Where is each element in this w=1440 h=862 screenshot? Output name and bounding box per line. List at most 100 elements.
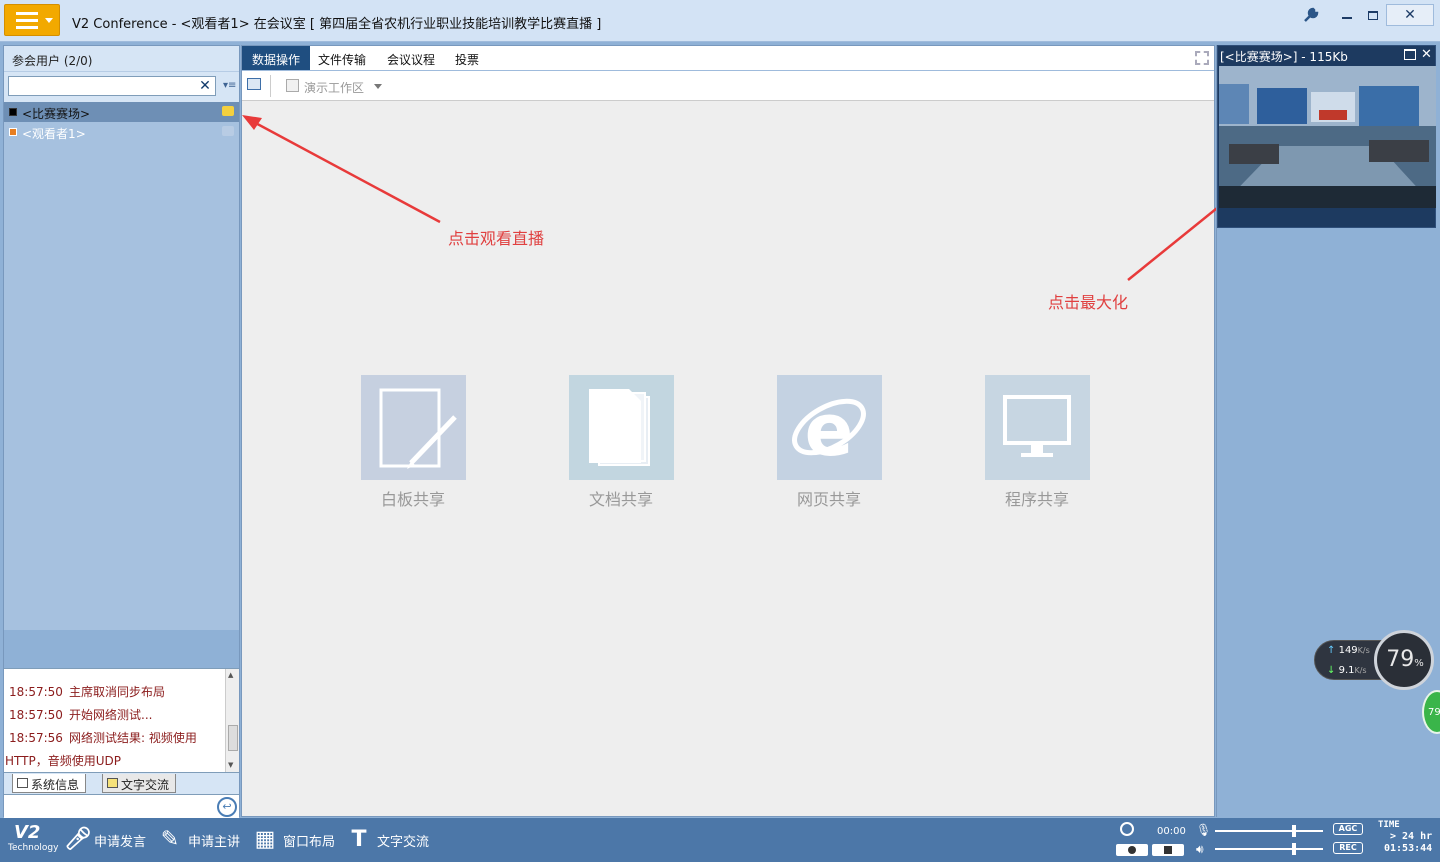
mic-volume-slider[interactable] bbox=[1215, 825, 1323, 837]
computer-icon bbox=[17, 778, 28, 788]
speaker-icon: 🔊︎ bbox=[1196, 842, 1204, 856]
document-share-button[interactable] bbox=[569, 375, 674, 480]
tab-text-chat[interactable]: 文字交流 bbox=[102, 774, 177, 793]
v2-logo: V2 Technology bbox=[8, 822, 58, 853]
close-video-icon[interactable]: ✕ bbox=[1421, 47, 1432, 62]
record-icon bbox=[1128, 846, 1136, 854]
window-layout-button[interactable]: ▦ 窗口布局 bbox=[253, 827, 335, 853]
request-speak-label: 申请发言 bbox=[94, 834, 147, 850]
request-speak-button[interactable]: 🎤︎ 申请发言 bbox=[64, 827, 146, 853]
scroll-down-icon[interactable]: ▼ bbox=[228, 761, 233, 769]
video-panel: [<比赛赛场>] - 115Kb ✕ bbox=[1216, 45, 1437, 817]
stop-button[interactable] bbox=[1152, 844, 1184, 856]
tab-file-transfer[interactable]: 文件传输 bbox=[308, 46, 376, 70]
participant-list: <比赛赛场> <观看者1> bbox=[4, 102, 239, 630]
whiteboard-share-label: 白板共享 bbox=[380, 490, 445, 509]
close-window-button[interactable]: ✕ bbox=[1386, 4, 1434, 26]
clock-icon bbox=[1120, 822, 1134, 836]
workspace-dropdown[interactable]: 演示工作区 bbox=[286, 79, 364, 96]
stop-icon bbox=[1164, 846, 1172, 854]
log-line-clipped bbox=[4, 669, 239, 675]
v2-logo-icon: V2 bbox=[14, 822, 41, 843]
text-chat-label: 文字交流 bbox=[377, 834, 430, 850]
document-share-label: 文档共享 bbox=[588, 490, 653, 509]
annotation-maximize: 点击最大化 bbox=[1048, 293, 1129, 312]
program-share-button[interactable] bbox=[985, 375, 1090, 480]
tab-label: 文字交流 bbox=[121, 778, 170, 792]
workspace-label: 演示工作区 bbox=[304, 81, 365, 95]
send-icon[interactable]: ↩ bbox=[217, 797, 237, 817]
log-line: 18:57:56 网络测试结果: 视频使用 bbox=[9, 731, 197, 745]
tab-label: 系统信息 bbox=[31, 778, 80, 792]
bottom-toolbar: V2 Technology 🎤︎ 申请发言 ✎ 申请主讲 ▦ 窗口布局 T 文字… bbox=[0, 818, 1440, 862]
layout-icon: ▦ bbox=[254, 827, 276, 852]
window-layout-label: 窗口布局 bbox=[283, 834, 336, 850]
whiteboard-share-button[interactable] bbox=[361, 375, 466, 480]
text-chat-button[interactable]: T 文字交流 bbox=[347, 827, 429, 853]
slider-knob[interactable] bbox=[1292, 843, 1296, 855]
camera-icon[interactable] bbox=[222, 106, 234, 116]
microphone-level-icon: 🎙︎ bbox=[1196, 823, 1212, 837]
tab-data-operation[interactable]: 数据操作 bbox=[242, 46, 311, 70]
hamburger-icon bbox=[16, 12, 38, 30]
monitor-icon bbox=[1003, 395, 1071, 457]
scroll-thumb[interactable] bbox=[228, 725, 238, 751]
toolbar-divider bbox=[270, 75, 271, 97]
microphone-icon: 🎤︎ bbox=[64, 827, 92, 852]
chevron-down-icon[interactable] bbox=[374, 84, 382, 89]
window-title: V2 Conference - <观看者1> 在会议室 [ 第四届全省农机行业职… bbox=[72, 17, 602, 32]
data-operation-panel: 数据操作 文件传输 会议议程 投票 演示工作区 白板共享 文档共享 e 网页共享… bbox=[241, 45, 1215, 817]
restore-icon[interactable] bbox=[1360, 4, 1386, 26]
web-share-label: 网页共享 bbox=[796, 490, 861, 509]
whiteboard-icon bbox=[379, 388, 457, 469]
message-input-row[interactable]: ↩ bbox=[4, 794, 239, 818]
participant-status-square bbox=[9, 128, 17, 136]
log-line: 18:57:50 主席取消同步布局 bbox=[9, 685, 166, 699]
request-present-label: 申请主讲 bbox=[188, 834, 241, 850]
settings-wrench-icon[interactable] bbox=[1298, 4, 1324, 26]
program-share-label: 程序共享 bbox=[1004, 490, 1069, 509]
gauge-value: 79% bbox=[1386, 647, 1424, 672]
fullscreen-icon[interactable] bbox=[1195, 51, 1209, 65]
clear-search-icon[interactable]: ✕ bbox=[197, 77, 213, 95]
record-button[interactable] bbox=[1116, 844, 1148, 856]
tab-vote[interactable]: 投票 bbox=[445, 46, 489, 70]
network-quality-gauge: 79% bbox=[1374, 630, 1434, 690]
main-menu-button[interactable] bbox=[4, 4, 60, 36]
live-video-frame[interactable] bbox=[1219, 66, 1436, 208]
participant-row[interactable]: <观看者1> bbox=[4, 122, 239, 142]
log-line: 18:57:50 开始网络测试... bbox=[9, 708, 153, 722]
workspace-icon bbox=[286, 79, 299, 92]
center-tabbar: 数据操作 文件传输 会议议程 投票 bbox=[242, 46, 1214, 71]
participant-search-input[interactable] bbox=[8, 76, 216, 96]
video-window[interactable]: [<比赛赛场>] - 115Kb ✕ bbox=[1217, 45, 1436, 228]
slider-knob[interactable] bbox=[1292, 825, 1296, 837]
rec-toggle[interactable]: REC bbox=[1333, 842, 1363, 854]
agc-toggle[interactable]: AGC bbox=[1333, 823, 1363, 835]
video-title: [<比赛赛场>] - 115Kb bbox=[1220, 50, 1348, 64]
list-options-icon[interactable]: ▾≡ bbox=[223, 80, 236, 91]
participant-row[interactable]: <比赛赛场> bbox=[4, 102, 239, 122]
scroll-up-icon[interactable]: ▲ bbox=[228, 671, 233, 679]
log-tabbar: 系统信息 文字交流 bbox=[4, 772, 239, 794]
web-share-button[interactable]: e bbox=[777, 375, 882, 480]
log-scrollbar[interactable]: ▲ ▼ bbox=[225, 669, 239, 772]
document-icon bbox=[589, 389, 650, 466]
participant-status-square bbox=[9, 108, 17, 116]
request-present-button[interactable]: ✎ 申请主讲 bbox=[158, 827, 240, 853]
network-monitor[interactable]: ↑ 149K/s ↓ 9.1K/s 79% bbox=[1314, 630, 1434, 690]
participant-name: <比赛赛场> bbox=[22, 107, 91, 121]
minimize-icon[interactable] bbox=[1334, 4, 1360, 26]
tab-system-info[interactable]: 系统信息 bbox=[12, 774, 87, 793]
participants-header: 参会用户 (2/0) bbox=[4, 46, 239, 72]
time-label: TIME bbox=[1378, 820, 1400, 830]
camera-icon[interactable] bbox=[222, 126, 234, 136]
title-bar: V2 Conference - <观看者1> 在会议室 [ 第四届全省农机行业职… bbox=[0, 0, 1440, 42]
speaker-volume-slider[interactable] bbox=[1215, 843, 1323, 855]
upload-speed: ↑ 149K/s bbox=[1327, 645, 1370, 656]
download-speed: ↓ 9.1K/s bbox=[1327, 665, 1367, 676]
maximize-video-icon[interactable] bbox=[1404, 49, 1416, 60]
hour-format-label: > 24 hr bbox=[1390, 831, 1433, 842]
tab-meeting-agenda[interactable]: 会议议程 bbox=[377, 46, 445, 70]
layout-view-icon[interactable] bbox=[247, 78, 261, 90]
